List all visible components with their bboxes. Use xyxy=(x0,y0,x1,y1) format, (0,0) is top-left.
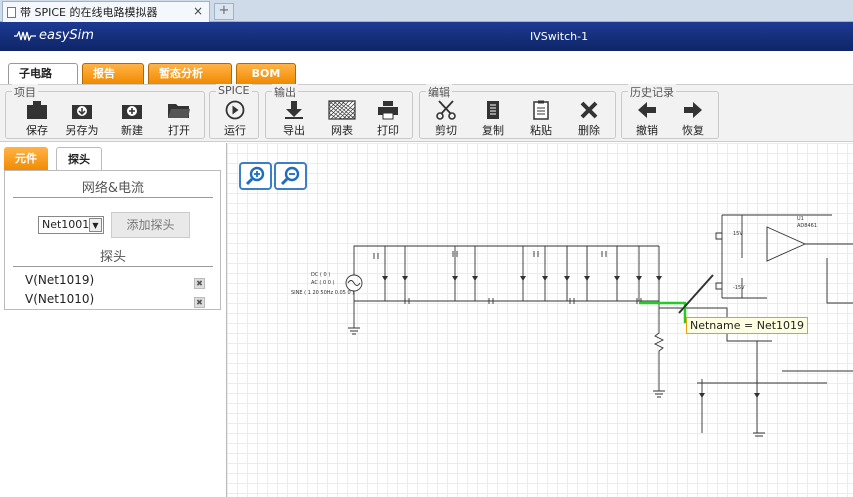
app-header: easySim IVSwitch-1 xyxy=(0,22,853,51)
export-button[interactable]: 导出 xyxy=(276,100,312,138)
tab-report[interactable]: 报告✖ xyxy=(82,63,144,100)
button-label: 复制 xyxy=(482,124,504,137)
arrow-right-icon xyxy=(684,102,702,118)
button-label: 恢复 xyxy=(682,124,704,137)
group-history: 历史记录 撤销 恢复 xyxy=(621,84,719,139)
chevron-down-icon[interactable]: ▼ xyxy=(89,218,102,232)
button-label: 导出 xyxy=(283,124,305,137)
button-label: 撤销 xyxy=(636,124,658,137)
schematic-canvas[interactable]: DC ( 0 ) AC ( 0 0 ) SINE ( 1 20 50Hz 0.0… xyxy=(226,143,853,497)
printer-icon xyxy=(378,101,398,120)
sidebar-tabs: 元件 探头 xyxy=(4,147,221,171)
group-label: SPICE xyxy=(216,84,252,97)
ribbon-toolbar: 项目 保存 另存为 新建 打开 SPICE 运行 输出 导出 网表 打印 编辑 … xyxy=(0,84,853,142)
net-current-heading: 网络&电流 xyxy=(13,177,213,198)
button-label: 打开 xyxy=(168,124,190,137)
logo-text: easySim xyxy=(39,28,94,43)
play-icon xyxy=(225,100,245,120)
run-button[interactable]: 运行 xyxy=(217,100,253,138)
new-tab-button[interactable]: + xyxy=(214,3,234,20)
button-label: 保存 xyxy=(26,124,48,137)
group-label: 编辑 xyxy=(426,84,452,100)
source-label: SINE ( 1 20 50Hz 0.05 0 ) xyxy=(291,290,354,296)
browser-tab[interactable]: 带 SPICE 的在线电路模拟器 × xyxy=(2,1,210,22)
waveform-icon xyxy=(14,30,36,41)
export-icon xyxy=(285,101,303,119)
group-edit: 编辑 剪切 复制 粘贴 删除 xyxy=(419,84,616,139)
button-label: 删除 xyxy=(578,124,600,137)
netname-tooltip: Netname = Net1019 xyxy=(686,317,809,334)
save-as-icon xyxy=(72,105,92,119)
paste-button[interactable]: 粘贴 xyxy=(523,100,559,138)
tab-probes[interactable]: 探头 xyxy=(56,147,102,171)
button-label: 运行 xyxy=(224,124,246,137)
document-title: IVSwitch-1 xyxy=(530,30,589,43)
document-icon xyxy=(7,6,16,18)
logo: easySim xyxy=(14,28,94,43)
probes-panel: 网络&电流 Net1001 ▼ 添加探头 探头 V(Net1019) ✖ V(N… xyxy=(4,170,221,310)
group-label: 项目 xyxy=(12,84,38,100)
probe-item[interactable]: V(Net1010) xyxy=(25,292,94,306)
opamp-label: AD8461 xyxy=(797,223,817,229)
delete-probe-icon[interactable]: ✖ xyxy=(194,297,205,308)
tab-bom[interactable]: BOM xyxy=(236,63,296,84)
copy-icon xyxy=(487,101,499,119)
copy-button[interactable]: 复制 xyxy=(475,100,511,138)
tab-label: 子电路 xyxy=(19,67,52,80)
button-label: 新建 xyxy=(121,124,143,137)
save-icon xyxy=(27,101,47,119)
redo-button[interactable]: 恢复 xyxy=(675,100,711,138)
group-spice: SPICE 运行 xyxy=(209,84,259,139)
folder-icon xyxy=(168,104,190,118)
button-label: 打印 xyxy=(377,124,399,137)
browser-tab-title: 带 SPICE 的在线电路模拟器 xyxy=(20,6,158,19)
opamp-label: 15V xyxy=(733,231,743,237)
tab-transient-analysis[interactable]: 暂态分析✖ xyxy=(148,63,232,100)
tab-strip: 子电路 报告✖ 暂态分析✖ BOM xyxy=(0,51,853,100)
button-label: 另存为 xyxy=(65,124,99,137)
group-project: 项目 保存 另存为 新建 打开 xyxy=(5,84,205,139)
new-button[interactable]: 新建 xyxy=(114,100,150,138)
opamp-label: U1 xyxy=(797,216,804,222)
group-label: 历史记录 xyxy=(628,84,676,100)
arrow-left-icon xyxy=(638,102,656,118)
browser-tabbar: 带 SPICE 的在线电路模拟器 × + xyxy=(0,0,853,22)
undo-button[interactable]: 撤销 xyxy=(629,100,665,138)
tab-components[interactable]: 元件 xyxy=(4,147,48,171)
delete-probe-icon[interactable]: ✖ xyxy=(194,278,205,289)
netlist-icon xyxy=(328,100,356,120)
tab-label: 报告 xyxy=(93,67,115,80)
open-button[interactable]: 打开 xyxy=(161,100,197,138)
source-label: AC ( 0 0 ) xyxy=(311,280,334,286)
probe-item[interactable]: V(Net1019) xyxy=(25,273,94,287)
scissors-icon xyxy=(436,100,456,120)
button-label: 网表 xyxy=(331,124,353,137)
tab-subcircuit[interactable]: 子电路 xyxy=(8,63,78,84)
delete-icon xyxy=(580,101,598,119)
add-probe-button[interactable]: 添加探头 xyxy=(111,212,190,238)
new-icon xyxy=(122,105,142,119)
sidebar: 元件 探头 网络&电流 Net1001 ▼ 添加探头 探头 V(Net1019)… xyxy=(4,147,221,310)
probes-heading: 探头 xyxy=(13,246,213,267)
paste-icon xyxy=(533,100,549,120)
cut-button[interactable]: 剪切 xyxy=(428,100,464,138)
print-button[interactable]: 打印 xyxy=(370,100,406,138)
source-label: DC ( 0 ) xyxy=(311,272,330,278)
net-select[interactable]: Net1001 ▼ xyxy=(38,216,104,234)
save-button[interactable]: 保存 xyxy=(19,100,55,138)
group-label: 输出 xyxy=(272,84,298,100)
netlist-button[interactable]: 网表 xyxy=(324,100,360,138)
opamp-label: -15V xyxy=(733,285,745,291)
tab-label: 暂态分析 xyxy=(159,67,203,80)
tab-label: BOM xyxy=(251,67,281,80)
net-select-value: Net1001 xyxy=(42,218,90,231)
button-label: 粘贴 xyxy=(530,124,552,137)
close-icon[interactable]: × xyxy=(193,4,203,18)
group-output: 输出 导出 网表 打印 xyxy=(265,84,413,139)
button-label: 剪切 xyxy=(435,124,457,137)
save-as-button[interactable]: 另存为 xyxy=(64,100,100,138)
delete-button[interactable]: 删除 xyxy=(571,100,607,138)
